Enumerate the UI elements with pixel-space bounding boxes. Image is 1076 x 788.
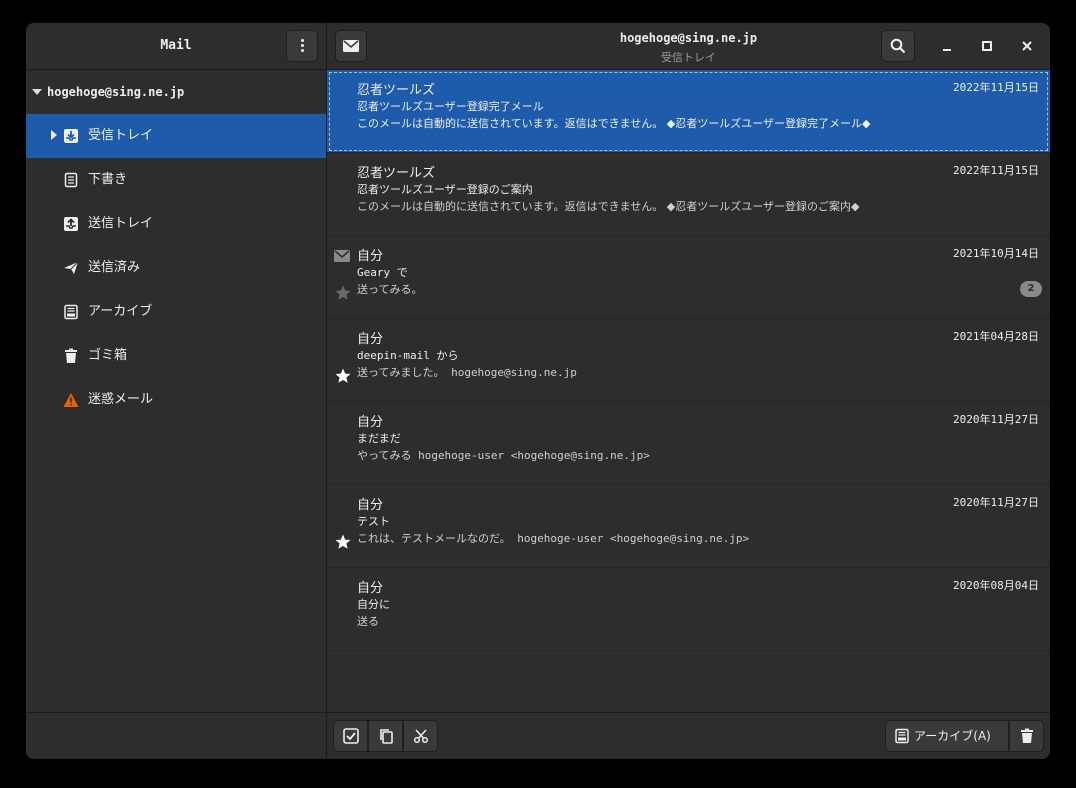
close-icon	[1022, 41, 1032, 51]
star-filled-icon[interactable]	[334, 533, 352, 551]
message-sender: 忍者ツールズ	[357, 83, 436, 98]
sidebar-item-sent[interactable]: 送信済み	[26, 246, 326, 290]
message-date: 2022年11月15日	[953, 81, 1039, 94]
sidebar-item-label: 送信済み	[88, 260, 141, 275]
archive-icon	[64, 304, 78, 320]
message-date: 2022年11月15日	[953, 164, 1039, 177]
search-icon	[890, 38, 906, 54]
message-sender: 自分	[357, 249, 384, 264]
message-sender: 自分	[357, 332, 384, 347]
minimize-icon	[943, 49, 951, 51]
sidebar-item-label: 迷惑メール	[88, 392, 154, 407]
message-subject: 忍者ツールズユーザー登録完了メール	[357, 100, 544, 113]
search-button[interactable]	[881, 30, 915, 62]
outbox-icon	[64, 217, 78, 231]
list-item[interactable]: 自分 2020年11月27日 テスト これは、テストメールなのだ。 hogeho…	[327, 485, 1050, 568]
header-subtitle: 受信トレイ	[661, 51, 716, 64]
main-menu-button[interactable]	[286, 30, 318, 62]
message-preview: 送ってみました。 hogehoge@sing.ne.jp	[357, 366, 577, 379]
message-preview: やってみる hogehoge-user <hogehoge@sing.ne.jp…	[357, 449, 650, 462]
message-date: 2020年11月27日	[953, 413, 1039, 426]
sidebar-item-inbox[interactable]: 受信トレイ	[26, 114, 326, 158]
archive-button[interactable]: アーカイブ(A)	[885, 720, 1009, 752]
sidebar-item-label: ゴミ箱	[88, 348, 128, 363]
message-sender: 自分	[357, 415, 384, 430]
message-date: 2021年04月28日	[953, 330, 1039, 343]
message-sender: 忍者ツールズ	[357, 166, 436, 181]
collapse-triangle-icon[interactable]	[32, 89, 42, 95]
message-subject: deepin-mail から	[357, 349, 459, 362]
message-date: 2020年08月04日	[953, 579, 1039, 592]
trash-icon	[1021, 728, 1033, 743]
star-filled-icon[interactable]	[334, 367, 352, 385]
list-item[interactable]: 自分 2021年10月14日 Geary で 送ってみる。 2	[327, 236, 1050, 319]
inbox-icon	[64, 129, 78, 143]
list-item[interactable]: 自分 2020年11月27日 まだまだ やってみる hogehoge-user …	[327, 402, 1050, 485]
message-subject: 忍者ツールズユーザー登録のご案内	[357, 183, 533, 196]
sidebar-item-outbox[interactable]: 送信トレイ	[26, 202, 326, 246]
cut-button[interactable]	[403, 720, 438, 752]
copy-icon	[380, 729, 393, 744]
message-subject: Geary で	[357, 266, 408, 279]
account-label: hogehoge@sing.ne.jp	[47, 85, 185, 99]
header-bar: hogehoge@sing.ne.jp 受信トレイ	[327, 23, 1050, 70]
star-outline-icon[interactable]	[334, 284, 352, 302]
header-title: hogehoge@sing.ne.jp	[619, 31, 758, 45]
delete-button[interactable]	[1009, 720, 1044, 752]
sidebar-item-archive[interactable]: アーカイブ	[26, 290, 326, 334]
message-sender: 自分	[357, 498, 384, 513]
minimize-button[interactable]	[935, 34, 959, 58]
mail-window: Mail hogehoge@sing.ne.jp 受信トレイ 下書き 送信トレイ…	[26, 23, 1050, 759]
copy-button[interactable]	[368, 720, 403, 752]
message-preview: このメールは自動的に送信されています。返信はできません。 ◆忍者ツールズユーザー…	[357, 117, 871, 130]
conversation-count-badge: 2	[1020, 281, 1042, 297]
maximize-button[interactable]	[975, 34, 999, 58]
unread-envelope-icon[interactable]	[334, 250, 350, 262]
compose-button[interactable]	[335, 30, 367, 62]
message-date: 2020年11月27日	[953, 496, 1039, 509]
action-bar: アーカイブ(A)	[327, 712, 1050, 759]
message-subject: テスト	[357, 515, 390, 528]
message-subject: まだまだ	[357, 432, 401, 445]
sidebar-item-label: 受信トレイ	[88, 128, 154, 143]
close-button[interactable]	[1015, 34, 1039, 58]
sent-icon	[64, 261, 79, 274]
archive-icon	[895, 728, 909, 744]
trash-icon	[65, 348, 77, 363]
sidebar-item-trash[interactable]: ゴミ箱	[26, 334, 326, 378]
sidebar-item-junk[interactable]: 迷惑メール	[26, 378, 326, 422]
sidebar-item-label: 下書き	[88, 172, 128, 187]
message-list-pane: hogehoge@sing.ne.jp 受信トレイ 忍者ツールズ 2022年11…	[327, 23, 1050, 759]
message-preview: 送る	[357, 615, 379, 628]
sidebar-header: Mail	[26, 23, 326, 70]
message-preview: このメールは自動的に送信されています。返信はできません。 ◆忍者ツールズユーザー…	[357, 200, 860, 213]
app-title: Mail	[160, 38, 192, 53]
message-subject: 自分に	[357, 598, 390, 611]
checkbox-icon	[343, 728, 359, 744]
list-item[interactable]: 忍者ツールズ 2022年11月15日 忍者ツールズユーザー登録のご案内 このメー…	[327, 153, 1050, 236]
archive-button-label: アーカイブ(A)	[914, 729, 991, 743]
sidebar-item-drafts[interactable]: 下書き	[26, 158, 326, 202]
list-item[interactable]: 自分 2021年04月28日 deepin-mail から 送ってみました。 h…	[327, 319, 1050, 402]
message-sender: 自分	[357, 581, 384, 596]
message-preview: 送ってみる。	[357, 283, 423, 296]
expand-arrow-icon[interactable]	[51, 130, 57, 140]
envelope-icon	[343, 40, 359, 52]
scissors-icon	[413, 729, 429, 744]
sidebar: Mail hogehoge@sing.ne.jp 受信トレイ 下書き 送信トレイ…	[26, 23, 327, 759]
more-vertical-icon	[301, 39, 304, 53]
select-button[interactable]	[333, 720, 368, 752]
list-item[interactable]: 忍者ツールズ 2022年11月15日 忍者ツールズユーザー登録完了メール このメ…	[327, 70, 1050, 153]
message-preview: これは、テストメールなのだ。 hogehoge-user <hogehoge@s…	[357, 532, 750, 545]
drafts-icon	[64, 172, 78, 188]
sidebar-item-label: アーカイブ	[88, 304, 153, 319]
maximize-icon	[982, 41, 992, 51]
message-date: 2021年10月14日	[953, 247, 1039, 260]
warning-icon	[63, 393, 79, 407]
sidebar-footer	[26, 712, 326, 759]
list-item[interactable]: 自分 2020年08月04日 自分に 送る	[327, 568, 1050, 651]
sidebar-item-label: 送信トレイ	[88, 216, 154, 231]
